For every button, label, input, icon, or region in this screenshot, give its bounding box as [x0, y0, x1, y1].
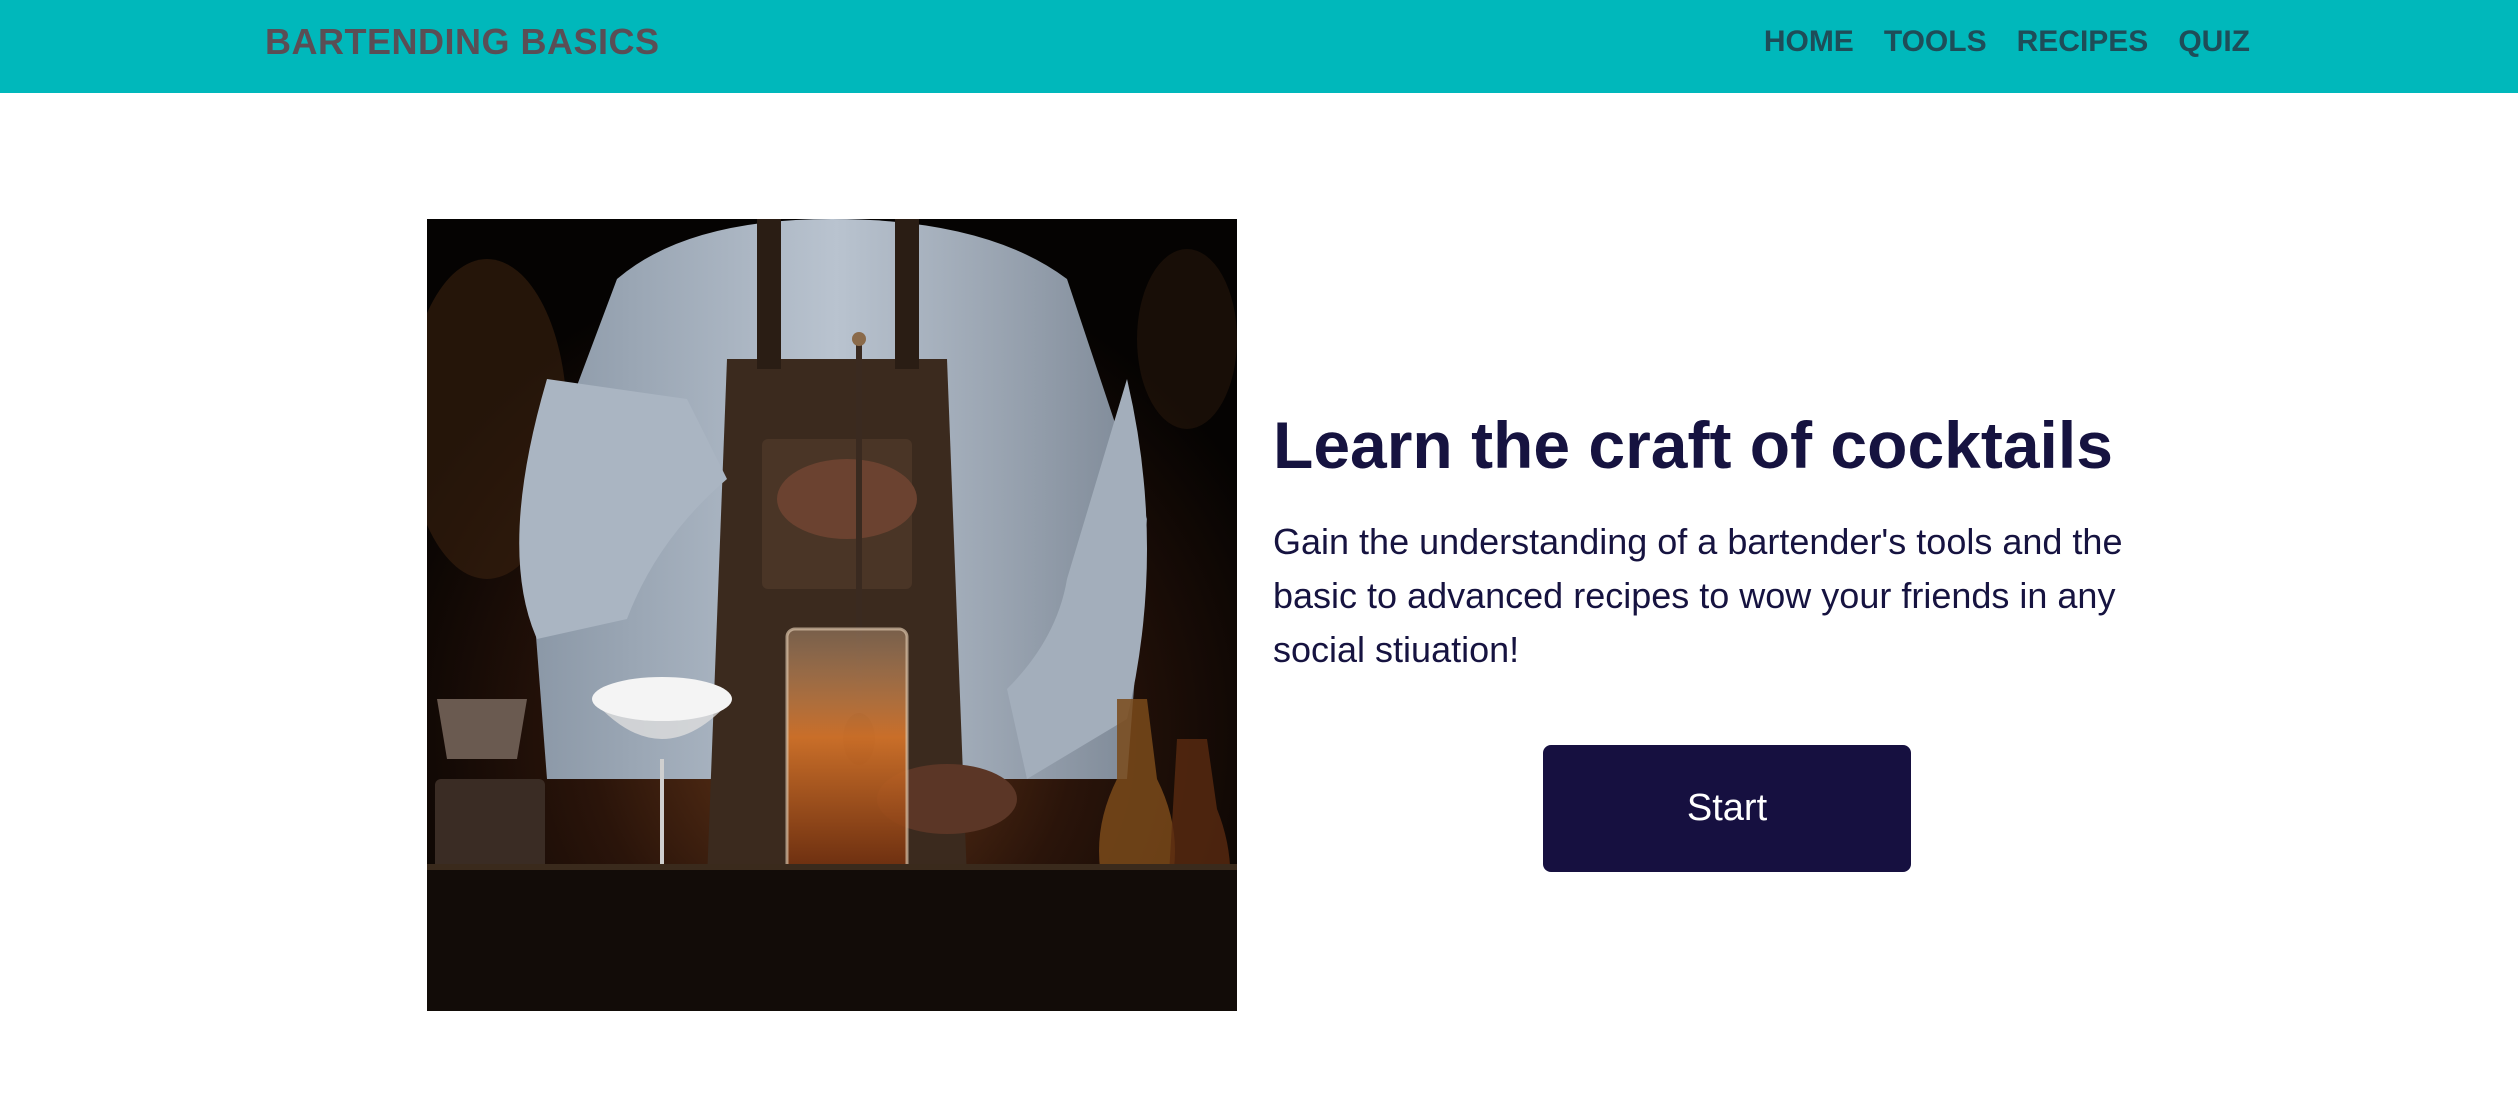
top-navbar: BARTENDING BASICS HOME TOOLS RECIPES QUI… [0, 0, 2518, 93]
nav-link-home[interactable]: HOME [1764, 25, 1854, 59]
hero-description: Gain the understanding of a bartender's … [1273, 521, 2123, 670]
nav-link-quiz[interactable]: QUIZ [2178, 25, 2250, 59]
hero-bartender-image [427, 219, 1237, 1011]
brand-logo-link[interactable]: BARTENDING BASICS [265, 0, 660, 83]
main-nav: HOME TOOLS RECIPES QUIZ [1764, 0, 2250, 83]
nav-link-tools[interactable]: TOOLS [1884, 25, 1987, 59]
hero-title: Learn the craft of cocktails [1273, 408, 2113, 482]
hero-text-block: Learn the craft of cocktails Gain the un… [1273, 405, 2153, 677]
start-button[interactable]: Start [1543, 745, 1911, 872]
nav-link-recipes[interactable]: RECIPES [2017, 25, 2149, 59]
